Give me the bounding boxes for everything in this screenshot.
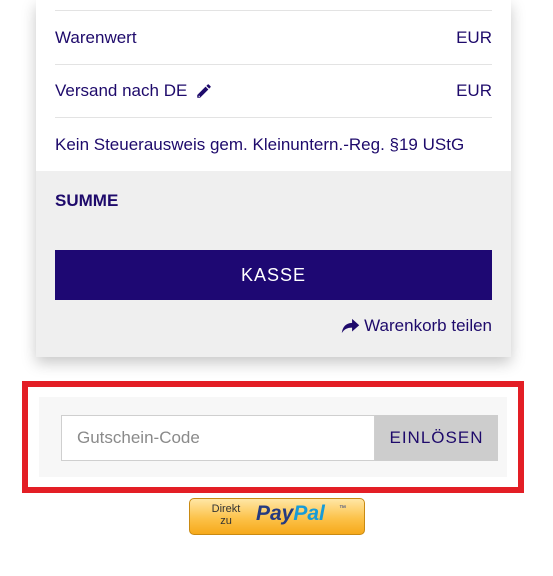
summary-total-section: SUMME KASSE Warenkorb teilen	[36, 171, 511, 357]
voucher-panel: EINLÖSEN	[39, 397, 507, 477]
paypal-prefix-line2: zu	[220, 515, 232, 527]
paypal-logo-pay: Pay	[256, 502, 294, 525]
redeem-button[interactable]: EINLÖSEN	[375, 415, 498, 461]
summary-row-goods-value: Warenwert EUR	[55, 11, 492, 65]
summary-row-tax-note: Kein Steuerausweis gem. Kleinuntern.-Reg…	[55, 118, 492, 171]
shipping-label: Versand nach DE	[55, 80, 188, 100]
paypal-checkout-button[interactable]: Direkt zu PayPal ™	[189, 498, 365, 535]
voucher-code-input[interactable]	[61, 415, 375, 461]
paypal-logo: PayPal	[256, 502, 325, 526]
cart-summary-card: Warenwert EUR Versand nach DE EUR Kein S…	[36, 0, 511, 357]
paypal-trademark: ™	[339, 505, 346, 512]
goods-value-amount: EUR	[456, 27, 492, 47]
pencil-icon[interactable]	[195, 82, 213, 100]
paypal-logo-pal: Pal	[293, 502, 325, 525]
total-label: SUMME	[55, 191, 119, 210]
voucher-highlight-frame: EINLÖSEN	[22, 381, 524, 493]
tax-note: Kein Steuerausweis gem. Kleinuntern.-Reg…	[55, 134, 465, 154]
summary-row-shipping: Versand nach DE EUR	[55, 64, 492, 118]
share-arrow-icon	[341, 318, 360, 334]
share-cart-label: Warenkorb teilen	[364, 316, 492, 335]
share-cart-link[interactable]: Warenkorb teilen	[341, 316, 492, 336]
goods-value-label: Warenwert	[55, 27, 137, 47]
checkout-button[interactable]: KASSE	[55, 250, 492, 300]
shipping-label-group[interactable]: Versand nach DE	[55, 81, 213, 101]
shipping-amount: EUR	[456, 80, 492, 100]
paypal-prefix-line1: Direkt	[211, 503, 241, 515]
page: Warenwert EUR Versand nach DE EUR Kein S…	[0, 0, 553, 576]
paypal-prefix: Direkt zu	[207, 503, 245, 527]
